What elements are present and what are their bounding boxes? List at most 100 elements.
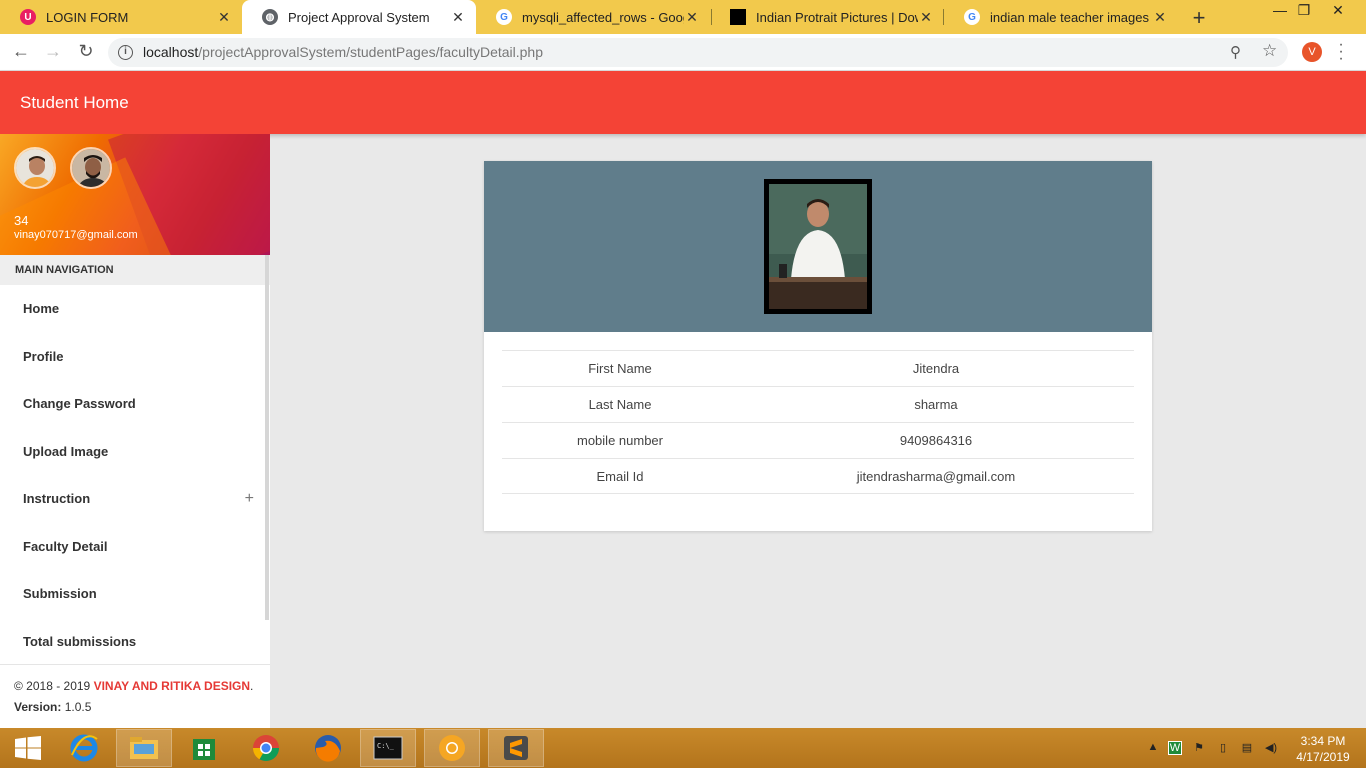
- forward-icon[interactable]: →: [42, 40, 64, 62]
- expand-plus-icon[interactable]: +: [245, 475, 254, 523]
- sidebar: 34 vinay070717@gmail.com MAIN NAVIGATION…: [0, 134, 270, 728]
- user-name: 34: [14, 213, 29, 228]
- sublime-text-icon[interactable]: [488, 729, 544, 767]
- sidebar-item-instruction[interactable]: Instruction +: [0, 475, 270, 523]
- footer-brand-link[interactable]: VINAY AND RITIKA DESIGN: [94, 679, 250, 693]
- new-tab-button[interactable]: +: [1188, 5, 1210, 31]
- sidebar-scrollbar[interactable]: [265, 255, 269, 620]
- svg-text:C:\_: C:\_: [377, 742, 395, 750]
- browser-tab-teacher-images[interactable]: G indian male teacher images - Google Se…: [944, 0, 1178, 34]
- sidebar-item-home[interactable]: Home: [0, 285, 270, 333]
- app-header: Student Home: [0, 71, 1366, 134]
- globe-icon: ◍: [262, 9, 278, 25]
- close-window-icon[interactable]: ✕: [1328, 2, 1348, 19]
- sidebar-item-faculty-detail[interactable]: Faculty Detail: [0, 523, 270, 571]
- app-favicon-icon: U: [20, 9, 36, 25]
- avatar[interactable]: [14, 147, 56, 189]
- google-icon: G: [964, 9, 980, 25]
- user-info-panel: 34 vinay070717@gmail.com: [0, 134, 270, 255]
- version-line: Version: 1.0.5: [14, 700, 256, 714]
- battery-icon[interactable]: ▯: [1216, 741, 1230, 755]
- faculty-detail-table: First Name Jitendra Last Name sharma mob…: [502, 350, 1134, 494]
- faculty-photo: [764, 179, 872, 314]
- close-tab-icon[interactable]: ✕: [918, 9, 934, 26]
- windows-taskbar: C:\_ ▲ W ⚑ ▯ ▤ ◀) 3:34 PM 4/17/2019: [0, 728, 1366, 768]
- copyright-line: © 2018 - 2019 VINAY AND RITIKA DESIGN.: [14, 679, 256, 693]
- bookmark-star-icon[interactable]: ☆: [1262, 41, 1277, 61]
- restore-icon[interactable]: ❐: [1294, 2, 1314, 19]
- google-icon: G: [496, 9, 512, 25]
- sidebar-item-label: Upload Image: [23, 443, 109, 459]
- table-row: Email Id jitendrasharma@gmail.com: [502, 458, 1134, 494]
- tab-title: Indian Protrait Pictures | Download Free…: [756, 9, 918, 25]
- tab-title: LOGIN FORM: [46, 9, 129, 25]
- tab-title: Project Approval System: [288, 9, 430, 25]
- start-button[interactable]: [0, 729, 56, 767]
- sidebar-item-submission[interactable]: Submission: [0, 570, 270, 618]
- avatar[interactable]: [70, 147, 112, 189]
- browser-menu-icon[interactable]: · · ·: [1336, 37, 1346, 67]
- sidebar-item-total-submissions[interactable]: Total submissions: [0, 618, 270, 666]
- action-center-flag-icon[interactable]: ⚑: [1192, 741, 1206, 755]
- unsplash-icon: [730, 9, 746, 25]
- tab-title: indian male teacher images - Google Sear…: [990, 9, 1152, 25]
- field-label: Last Name: [588, 397, 652, 412]
- copyright-text: © 2018 - 2019: [14, 679, 94, 693]
- volume-icon[interactable]: ◀): [1264, 741, 1278, 755]
- network-icon[interactable]: ▤: [1240, 741, 1254, 755]
- field-label: First Name: [588, 361, 652, 376]
- tab-title: mysqli_affected_rows - Google Search: [522, 9, 684, 25]
- minimize-icon[interactable]: —: [1270, 2, 1290, 18]
- sidebar-item-label: Change Password: [23, 396, 136, 411]
- app-brand[interactable]: Student Home: [20, 93, 129, 113]
- user-email: vinay070717@gmail.com: [14, 229, 138, 241]
- clock-date: 4/17/2019: [1296, 750, 1350, 764]
- sidebar-item-profile[interactable]: Profile: [0, 333, 270, 381]
- chrome-icon[interactable]: [238, 729, 294, 767]
- url-host: localhost: [143, 44, 199, 60]
- zoom-icon[interactable]: ⚲: [1230, 43, 1241, 61]
- chrome-canary-icon[interactable]: [424, 729, 480, 767]
- close-tab-icon[interactable]: ✕: [450, 9, 466, 26]
- table-row: mobile number 9409864316: [502, 422, 1134, 458]
- field-value: 9409864316: [899, 433, 973, 448]
- firefox-icon[interactable]: [300, 729, 356, 767]
- version-value: 1.0.5: [61, 700, 92, 714]
- tray-app-icon[interactable]: W: [1168, 741, 1182, 755]
- sidebar-item-upload-image[interactable]: Upload Image: [0, 428, 270, 476]
- close-tab-icon[interactable]: ✕: [1152, 9, 1168, 26]
- sidebar-item-label: Submission: [23, 586, 97, 601]
- browser-tab-project-approval[interactable]: ◍ Project Approval System ✕: [242, 0, 476, 34]
- field-value: jitendrasharma@gmail.com: [856, 468, 1016, 484]
- nav-header: MAIN NAVIGATION: [0, 255, 270, 285]
- profile-avatar[interactable]: V: [1302, 42, 1322, 62]
- url-text[interactable]: localhost/projectApprovalSystem/studentP…: [143, 44, 543, 60]
- site-info-icon[interactable]: i: [118, 45, 133, 60]
- table-row: Last Name sharma: [502, 386, 1134, 422]
- browser-tab-login-form[interactable]: U LOGIN FORM ✕: [0, 0, 242, 34]
- version-label: Version:: [14, 700, 62, 714]
- sidebar-item-label: Total submissions: [23, 633, 137, 649]
- back-icon[interactable]: ←: [10, 40, 32, 62]
- address-bar[interactable]: i localhost/projectApprovalSystem/studen…: [108, 38, 1288, 67]
- sidebar-item-label: Profile: [23, 348, 64, 364]
- tray-overflow-icon[interactable]: ▲: [1146, 741, 1160, 755]
- sidebar-item-change-password[interactable]: Change Password: [0, 380, 270, 428]
- copyright-period: .: [250, 679, 254, 693]
- browser-tab-mysqli[interactable]: G mysqli_affected_rows - Google Search ✕: [476, 0, 710, 34]
- url-path: /projectApprovalSystem/studentPages/facu…: [198, 44, 544, 60]
- browser-tab-indian-portrait[interactable]: Indian Protrait Pictures | Download Free…: [710, 0, 944, 34]
- field-label: mobile number: [577, 433, 663, 448]
- browser-tab-strip: U LOGIN FORM ✕ ◍ Project Approval System…: [0, 0, 1366, 34]
- reload-icon[interactable]: ↻: [75, 40, 97, 62]
- field-label: Email Id: [596, 468, 644, 484]
- close-tab-icon[interactable]: ✕: [684, 9, 700, 26]
- command-prompt-icon[interactable]: C:\_: [360, 729, 416, 767]
- system-clock[interactable]: 3:34 PM 4/17/2019: [1290, 733, 1356, 765]
- table-row: First Name Jitendra: [502, 350, 1134, 386]
- close-tab-icon[interactable]: ✕: [216, 9, 232, 26]
- internet-explorer-icon[interactable]: [56, 729, 112, 767]
- sidebar-item-label: Home: [23, 301, 60, 316]
- store-icon[interactable]: [176, 729, 232, 767]
- file-explorer-icon[interactable]: [116, 729, 172, 767]
